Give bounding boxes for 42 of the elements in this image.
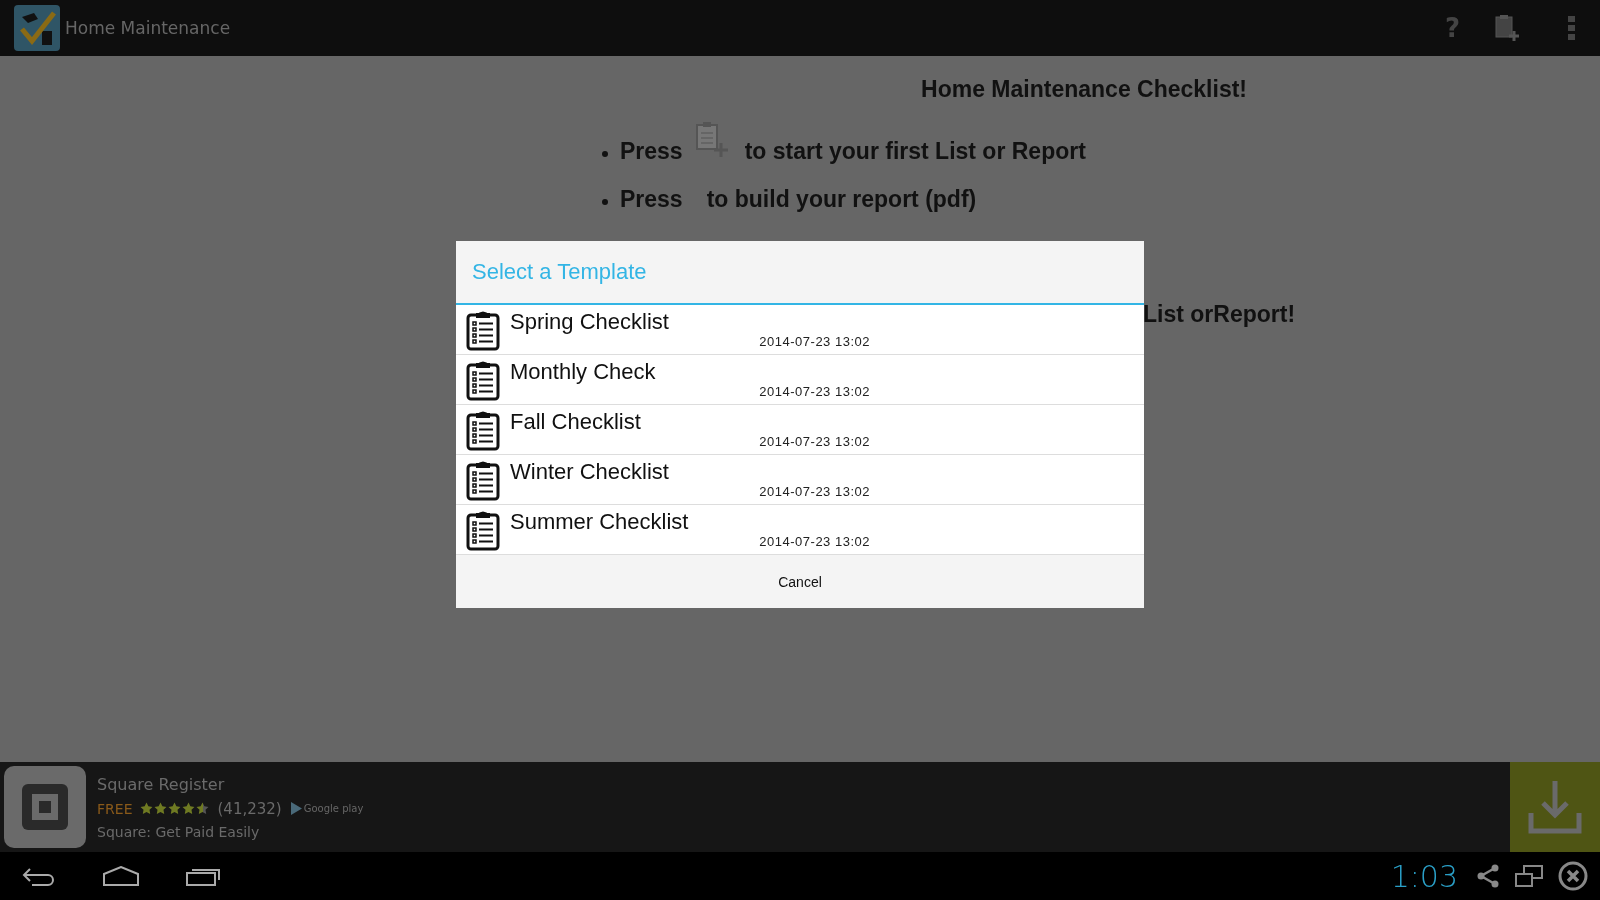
template-name: Summer Checklist <box>510 510 690 534</box>
close-icon[interactable] <box>1558 861 1588 891</box>
template-date: 2014-07-23 13:02 <box>759 434 870 449</box>
clipboard-add-icon <box>694 121 729 159</box>
template-name: Spring Checklist <box>510 310 670 334</box>
page-heading: Home Maintenance Checklist! <box>920 75 1248 103</box>
template-name: Winter Checklist <box>510 460 670 484</box>
ad-subtitle: Square: Get Paid Easily <box>97 823 261 840</box>
template-date: 2014-07-23 13:02 <box>759 484 870 499</box>
window-icon[interactable] <box>1514 865 1544 887</box>
back-icon[interactable] <box>22 866 56 886</box>
recent-apps-icon[interactable] <box>186 866 222 886</box>
bullet-dot <box>602 151 608 157</box>
instruction-text: to start your first List or Report <box>744 138 1086 165</box>
template-name: Monthly Check <box>510 360 657 384</box>
instruction-text: to build your report (pdf) <box>706 186 977 213</box>
template-date: 2014-07-23 13:02 <box>759 334 870 349</box>
template-list-item[interactable]: Spring Checklist 2014-07-23 13:02 <box>456 305 1144 355</box>
template-name: Fall Checklist <box>510 410 642 434</box>
instruction-text: List orReport! <box>1143 301 1296 327</box>
share-icon[interactable] <box>1476 864 1500 888</box>
play-store-icon <box>289 802 302 815</box>
template-list-item[interactable]: Fall Checklist 2014-07-23 13:02 <box>456 405 1144 455</box>
template-date: 2014-07-23 13:02 <box>759 384 870 399</box>
instruction-text: Press <box>620 186 683 213</box>
dialog-title: Select a Template <box>456 241 1144 305</box>
template-list-item[interactable]: Winter Checklist 2014-07-23 13:02 <box>456 455 1144 505</box>
price-label: FREE <box>97 800 133 817</box>
clock: 1:03 <box>1390 858 1458 894</box>
cancel-button[interactable]: Cancel <box>456 555 1144 608</box>
template-date: 2014-07-23 13:02 <box>759 534 870 549</box>
template-list-item[interactable]: Monthly Check 2014-07-23 13:02 <box>456 355 1144 405</box>
instruction-text: Press <box>620 138 683 165</box>
app-title: Home Maintenance <box>65 18 231 38</box>
ad-title: Square Register <box>97 774 226 794</box>
clipboard-add-icon[interactable] <box>1494 13 1520 43</box>
review-count: (41,232) <box>217 799 282 818</box>
home-icon[interactable] <box>102 866 140 886</box>
app-logo-icon[interactable] <box>14 5 60 51</box>
app-logo-icon <box>4 766 86 848</box>
bullet-dot <box>602 199 608 205</box>
store-label: Google play <box>303 803 364 814</box>
